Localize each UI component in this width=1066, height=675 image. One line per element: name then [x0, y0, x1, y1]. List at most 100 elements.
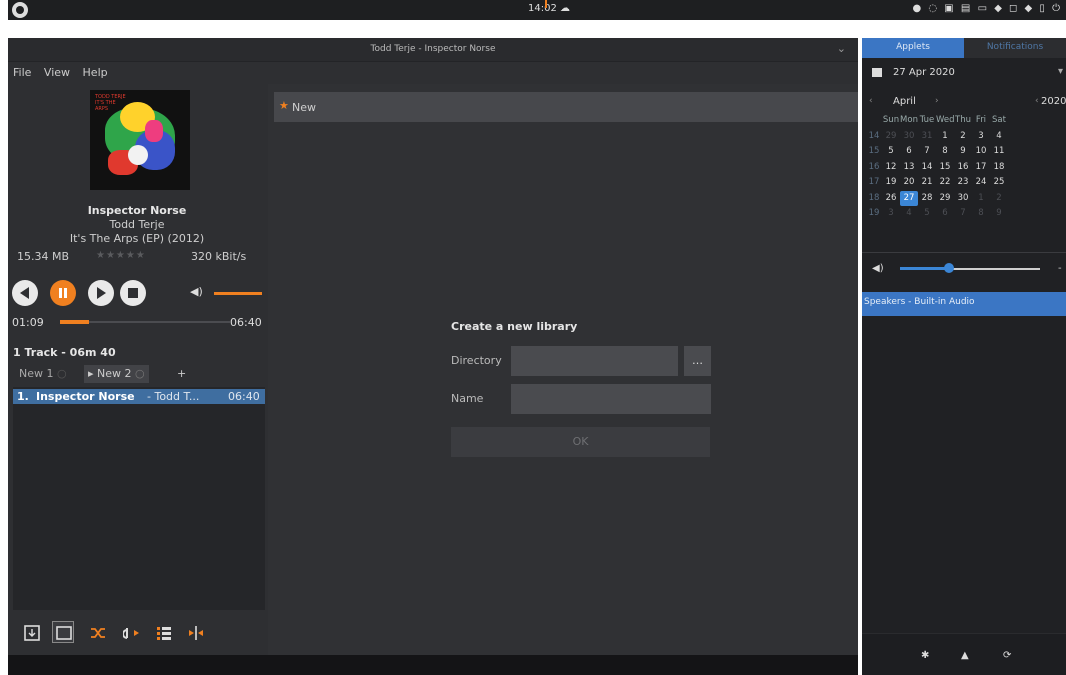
chevron-down-icon[interactable]: ▾ — [1058, 66, 1063, 77]
calendar-day[interactable]: 7 — [954, 206, 972, 222]
sidebar-volume-fill[interactable] — [900, 267, 949, 270]
new-library-item[interactable] — [274, 92, 858, 122]
browse-button[interactable]: … — [684, 346, 711, 376]
calendar-day[interactable]: 12 — [882, 160, 900, 176]
add-tab-button[interactable]: + — [177, 367, 186, 380]
window-title: Todd Terje - Inspector Norse — [370, 44, 496, 54]
menu-view[interactable]: View — [44, 66, 70, 79]
calendar-day[interactable]: 8 — [972, 206, 990, 222]
calendar-day[interactable]: 23 — [954, 175, 972, 191]
calendar-day[interactable]: 29 — [882, 129, 900, 145]
calendar-day[interactable]: 11 — [990, 144, 1008, 160]
close-icon[interactable]: ○ — [135, 367, 145, 380]
play-indicator-icon: ▸ — [88, 367, 94, 380]
settings-icon[interactable]: ✱ — [921, 650, 929, 661]
calendar-day[interactable]: 1 — [936, 129, 954, 145]
calendar-day[interactable]: 18 — [990, 160, 1008, 176]
panel-clock[interactable]: 14:02 ☁ — [528, 3, 570, 14]
previous-button[interactable] — [12, 280, 38, 306]
menu-logo-icon[interactable] — [12, 2, 28, 18]
month-label: April — [893, 96, 916, 107]
star-icon: ★ — [279, 99, 289, 112]
seek-progress[interactable] — [60, 320, 89, 324]
calendar-day[interactable]: 7 — [918, 144, 936, 160]
window-titlebar[interactable]: Todd Terje - Inspector Norse ⌄ — [8, 38, 858, 62]
playlist[interactable] — [13, 387, 265, 610]
tab-new-2[interactable]: ▸ New 2 ○ — [84, 365, 149, 383]
calendar-day[interactable]: 5 — [882, 144, 900, 160]
menu-bar: File View Help — [8, 62, 858, 84]
directory-field[interactable] — [511, 346, 678, 376]
calendar-day[interactable]: 14 — [918, 160, 936, 176]
calendar-day[interactable]: 6 — [900, 144, 918, 160]
lock-icon[interactable]: ▲ — [961, 650, 969, 661]
calendar-day[interactable]: 22 — [936, 175, 954, 191]
calendar-day[interactable]: 4 — [990, 129, 1008, 145]
calendar-day[interactable]: 10 — [972, 144, 990, 160]
calendar-day[interactable]: 15 — [936, 160, 954, 176]
calendar-day[interactable]: 2 — [954, 129, 972, 145]
month-prev-button[interactable]: ‹ — [869, 96, 873, 106]
calendar-day[interactable]: 3 — [972, 129, 990, 145]
ok-button[interactable]: OK — [451, 427, 710, 457]
volume-slider[interactable] — [214, 292, 262, 295]
calendar-day[interactable]: 3 — [882, 206, 900, 222]
calendar-day[interactable]: 9 — [954, 144, 972, 160]
auto-clear-button[interactable] — [20, 621, 42, 643]
tab-new-1[interactable]: New 1 ○ — [15, 365, 71, 383]
minimize-icon[interactable]: ⌄ — [837, 42, 846, 55]
year-prev-button[interactable]: ‹ — [1035, 96, 1039, 106]
calendar-day[interactable]: 20 — [900, 175, 918, 191]
month-next-button[interactable]: › — [935, 96, 939, 106]
speaker-icon[interactable]: ◀) — [872, 263, 884, 274]
calendar-day[interactable]: 13 — [900, 160, 918, 176]
calendar-day[interactable]: 17 — [972, 160, 990, 176]
sidebar-volume-knob[interactable] — [944, 263, 954, 273]
calendar-day[interactable]: 30 — [954, 191, 972, 207]
system-tray[interactable]: ● ◌ ▣ ▤ ▭ ◆ ◻ ◆ ▯ ⏻ — [913, 3, 1063, 14]
calendar-day[interactable]: 24 — [972, 175, 990, 191]
repeat-button[interactable] — [52, 621, 74, 643]
tab-notifications[interactable]: Notifications — [964, 38, 1066, 58]
calendar-week-row: 17 19 20 21 22 23 24 25 — [866, 175, 1008, 191]
calendar-day[interactable]: 28 — [918, 191, 936, 207]
calendar-day[interactable]: 25 — [990, 175, 1008, 191]
menu-file[interactable]: File — [13, 66, 31, 79]
stop-button[interactable] — [120, 280, 146, 306]
calendar-day[interactable]: 26 — [882, 191, 900, 207]
pause-button[interactable] — [50, 280, 76, 306]
track-duration: 06:40 — [228, 390, 260, 403]
calendar-day[interactable]: 9 — [990, 206, 1008, 222]
weekday-header: Mon — [900, 115, 918, 125]
calendar-day[interactable]: 19 — [882, 175, 900, 191]
calendar-day[interactable]: 2 — [990, 191, 1008, 207]
calendar-day[interactable]: 29 — [936, 191, 954, 207]
calendar-day[interactable]: 27 — [900, 190, 918, 206]
calendar-icon — [872, 68, 882, 77]
dynamic-playlist-button[interactable] — [120, 621, 142, 643]
shuffle-button[interactable] — [86, 621, 108, 643]
logout-icon[interactable]: ⟳ — [1003, 650, 1011, 661]
calendar-header-row: Sun Mon Tue Wed Thu Fri Sat — [866, 113, 1008, 129]
clear-playlist-icon — [24, 625, 40, 641]
tab-applets[interactable]: Applets — [862, 38, 964, 58]
calendar-date[interactable]: 27 Apr 2020 — [893, 67, 955, 78]
rating-stars[interactable]: ★★★★★ — [96, 250, 146, 261]
menu-help[interactable]: Help — [83, 66, 108, 79]
playlist-view-button[interactable] — [152, 621, 174, 643]
calendar-day[interactable]: 31 — [918, 129, 936, 145]
calendar-day[interactable]: 4 — [900, 206, 918, 222]
name-field[interactable] — [511, 384, 711, 414]
calendar-day[interactable]: 30 — [900, 129, 918, 145]
stop-icon — [128, 288, 138, 298]
calendar-day[interactable]: 5 — [918, 206, 936, 222]
next-button[interactable] — [88, 280, 114, 306]
calendar-day[interactable]: 6 — [936, 206, 954, 222]
split-button[interactable] — [184, 621, 206, 643]
calendar-day[interactable]: 21 — [918, 175, 936, 191]
close-icon[interactable]: ○ — [57, 367, 67, 380]
volume-icon[interactable]: ◀) — [190, 285, 203, 298]
calendar-day[interactable]: 8 — [936, 144, 954, 160]
calendar-day[interactable]: 1 — [972, 191, 990, 207]
calendar-day[interactable]: 16 — [954, 160, 972, 176]
